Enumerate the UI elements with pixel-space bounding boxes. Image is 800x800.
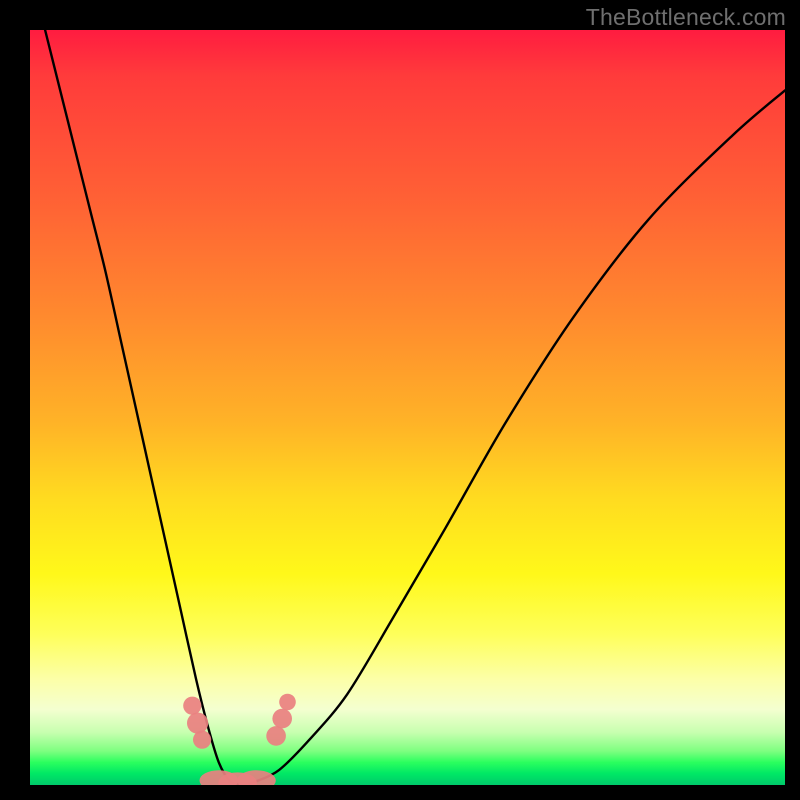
bottleneck-curve [45, 30, 785, 785]
marker-dot [272, 709, 292, 729]
watermark-text: TheBottleneck.com [586, 4, 786, 31]
marker-dot [183, 697, 201, 715]
marker-dot [266, 726, 286, 746]
chart-stage: TheBottleneck.com [0, 0, 800, 800]
curve-layer [30, 30, 785, 785]
plot-area [30, 30, 785, 785]
marker-pill [237, 770, 276, 785]
marker-dot [193, 731, 211, 749]
marker-dot [187, 713, 208, 734]
marker-dot [279, 694, 296, 711]
